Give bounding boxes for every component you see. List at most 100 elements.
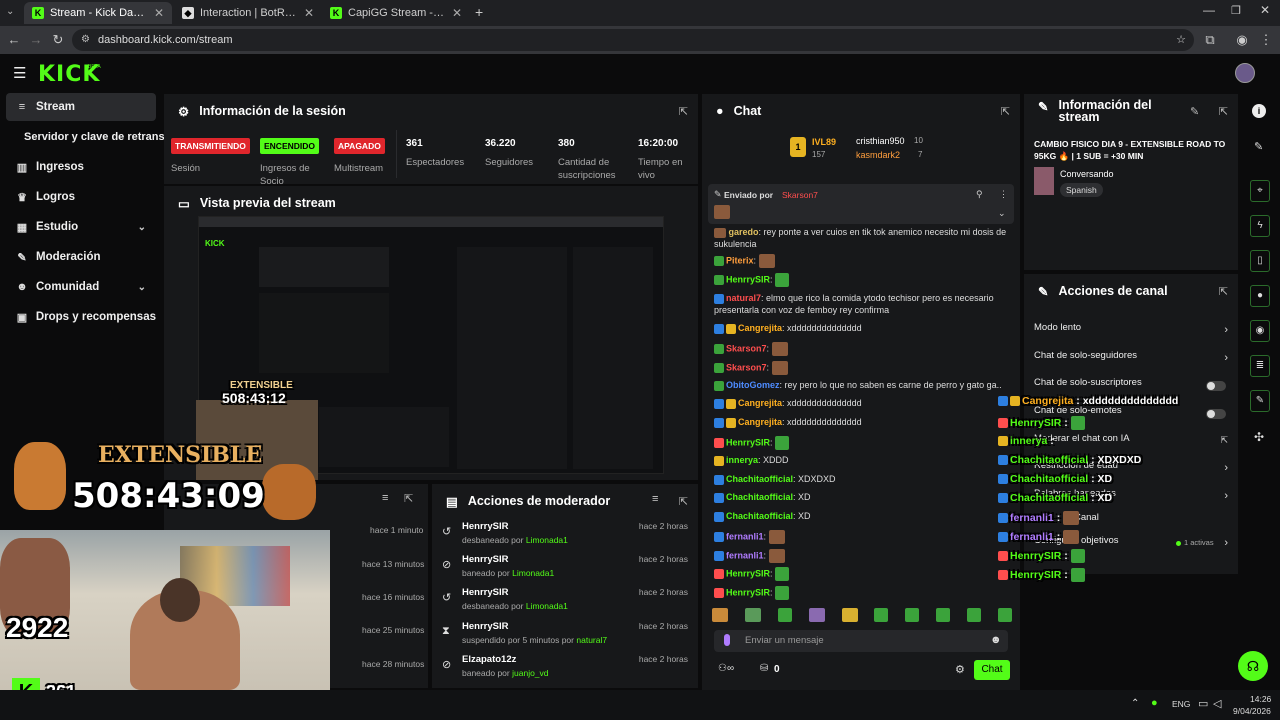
emote-icon[interactable] xyxy=(744,608,761,622)
info-icon[interactable]: i xyxy=(1252,104,1266,118)
chat-username[interactable]: Cangrejita xyxy=(738,398,782,408)
emote-icon[interactable] xyxy=(841,608,858,622)
close-window-icon[interactable]: ✕ xyxy=(1260,3,1270,17)
chat-username[interactable]: Chachitaofficial xyxy=(726,474,793,484)
close-tab-icon[interactable]: ✕ xyxy=(154,6,164,20)
chat-username[interactable]: innerya xyxy=(726,455,758,465)
edit-pencil-icon[interactable]: ✎ xyxy=(1190,105,1199,118)
action-slow-mode[interactable]: Modo lento › xyxy=(1034,322,1230,342)
sidebar-item-drops[interactable]: ▣ Drops y recompensas xyxy=(6,303,156,331)
input-language[interactable]: ENG xyxy=(1172,699,1190,709)
mod-action-row[interactable]: ⊘ Elzapato12z baneado por juanjo_vd hace… xyxy=(440,650,690,682)
clock-date[interactable]: 9/04/2026 xyxy=(1233,706,1271,716)
chat-message[interactable]: Cangrejita: xdddddddddddddd xyxy=(714,417,1014,428)
popout-icon[interactable]: ⇱ xyxy=(404,492,413,505)
chevron-down-icon[interactable]: ⌄ xyxy=(998,208,1006,219)
chat-message[interactable]: innerya: XDDD xyxy=(714,455,1014,466)
chat-message[interactable]: garedo: rey ponte a ver cuios en tik tok… xyxy=(714,226,1016,250)
emote-icon[interactable] xyxy=(777,608,792,622)
sidebar-item-comunidad[interactable]: ☻ Comunidad ⌄ xyxy=(6,273,156,301)
tab-search-icon[interactable]: ⌄ xyxy=(6,6,14,17)
chat-username[interactable]: HenrrySIR xyxy=(726,437,770,447)
users-infinite-icon[interactable]: ⚇∞ xyxy=(718,663,734,674)
mod-by[interactable]: Limonada1 xyxy=(526,601,568,611)
rail-wrench-icon[interactable]: ✎ xyxy=(1250,390,1270,412)
chat-username[interactable]: Cangrejita xyxy=(738,417,782,427)
mod-by[interactable]: Limonada1 xyxy=(512,568,554,578)
sidebar-item-moderacion[interactable]: ✎ Moderación xyxy=(6,243,156,271)
tray-chevron-up-icon[interactable]: ⌃ xyxy=(1131,698,1139,709)
minimize-icon[interactable]: — xyxy=(1203,3,1215,17)
emote-icon[interactable] xyxy=(936,608,951,622)
emote-icon[interactable] xyxy=(874,608,889,622)
mod-action-row[interactable]: ⊘ HenrrySIR baneado por Limonada1 hace 2… xyxy=(440,550,690,582)
bookmark-star-icon[interactable]: ☆ xyxy=(1176,29,1186,51)
rail-chat-icon[interactable]: ● xyxy=(1250,285,1270,307)
pinned-user[interactable]: Skarson7 xyxy=(782,190,818,200)
chat-username[interactable]: Piterix xyxy=(726,255,754,265)
site-info-icon[interactable]: ⚙ xyxy=(81,29,90,51)
reload-icon[interactable]: ↻ xyxy=(48,30,68,50)
chat-username[interactable]: HenrrySIR xyxy=(726,274,770,284)
settings-gear-icon[interactable]: ⚙ xyxy=(955,663,965,676)
popout-icon[interactable]: ⇱ xyxy=(1219,285,1228,298)
chat-message[interactable]: HenrrySIR: xyxy=(714,436,1014,450)
chat-input[interactable]: Enviar un mensaje ☻ xyxy=(714,630,1008,652)
chat-username[interactable]: fernanli1 xyxy=(726,531,764,541)
add-widget-icon[interactable]: ✣ xyxy=(1254,430,1264,444)
extensions-icon[interactable]: ⧉ xyxy=(1200,30,1220,50)
emote-icon[interactable] xyxy=(905,608,920,622)
chat-message[interactable]: Skarson7: xyxy=(714,361,1014,375)
chat-message[interactable]: Cangrejita: xdddddddddddddd xyxy=(714,398,1014,409)
rail-broadcast-icon[interactable]: ◉ xyxy=(1250,320,1270,342)
chat-message[interactable]: HenrrySIR: xyxy=(714,567,1014,581)
sidebar-item-estudio[interactable]: ▦ Estudio ⌄ xyxy=(6,213,156,241)
network-icon[interactable]: ▭ xyxy=(1198,697,1208,710)
popout-icon[interactable]: ⇱ xyxy=(1001,105,1010,118)
chat-message[interactable]: Piterix: xyxy=(714,254,1014,268)
close-tab-icon[interactable]: ✕ xyxy=(304,6,314,20)
chat-username[interactable]: ObitoGomez xyxy=(726,380,780,390)
pinned-message[interactable]: ✎ Enviado por Skarson7 ⚲ ⋮ ⌄ xyxy=(708,184,1014,224)
leader-name[interactable]: kasmdark2 xyxy=(856,150,900,160)
send-chat-button[interactable]: Chat xyxy=(974,660,1010,680)
chat-username[interactable]: Cangrejita xyxy=(738,323,782,333)
mod-by[interactable]: Limonada1 xyxy=(526,535,568,545)
chat-message[interactable]: HenrrySIR: xyxy=(714,586,1014,600)
chat-username[interactable]: Skarson7 xyxy=(726,343,767,353)
chat-username[interactable]: fernanli1 xyxy=(726,550,764,560)
category-name[interactable]: Conversando xyxy=(1060,169,1114,179)
close-tab-icon[interactable]: ✕ xyxy=(452,6,462,20)
back-icon[interactable]: ← xyxy=(4,30,24,50)
chat-message[interactable]: Chachitaofficial: XD xyxy=(714,511,1014,522)
emote-icon[interactable] xyxy=(997,608,1012,622)
chat-message[interactable]: ObitoGomez: rey pero lo que no saben es … xyxy=(714,380,1014,391)
sidebar-item-server-key[interactable]: Servidor y clave de retransmisión xyxy=(6,123,200,151)
chat-username[interactable]: natural7 xyxy=(726,293,761,303)
chat-message[interactable]: Cangrejita: xdddddddddddddd xyxy=(714,323,1014,334)
maximize-icon[interactable]: ❐ xyxy=(1231,4,1241,17)
leader-name[interactable]: IVL89 xyxy=(812,137,836,147)
popout-icon[interactable]: ⇱ xyxy=(1219,105,1228,118)
chat-username[interactable]: garedo xyxy=(729,227,759,237)
support-headset-icon[interactable]: ☊ xyxy=(1238,651,1268,681)
emote-icon[interactable] xyxy=(712,608,728,622)
chat-message[interactable]: natural7: elmo que rico la comida ytodo … xyxy=(714,292,1016,316)
chat-message[interactable]: Chachitaofficial: XDXDXD xyxy=(714,474,1014,485)
leader-name[interactable]: cristhian950 xyxy=(856,136,905,146)
popout-icon[interactable]: ⇱ xyxy=(679,495,688,508)
emote-icon[interactable] xyxy=(808,608,825,622)
chat-message[interactable]: Skarson7: xyxy=(714,342,1014,356)
action-subs-only[interactable]: Chat de solo-suscriptores xyxy=(1034,377,1230,397)
filter-icon[interactable]: ≡ xyxy=(382,492,388,504)
tab-botrix[interactable]: ◆ Interaction | BotRix — Cloud St ✕ xyxy=(174,2,322,24)
subs-only-toggle[interactable] xyxy=(1206,381,1226,391)
chat-username[interactable]: HenrrySIR xyxy=(726,568,770,578)
sidebar-item-ingresos[interactable]: ▥ Ingresos xyxy=(6,153,156,181)
chat-username[interactable]: HenrrySIR xyxy=(726,587,770,597)
tab-kick-dashboard[interactable]: K Stream - Kick Dashboard ✕ xyxy=(24,2,172,24)
profile-icon[interactable]: ◉ xyxy=(1232,30,1252,50)
popout-icon[interactable]: ⇱ xyxy=(679,105,688,118)
chat-message[interactable]: fernanli1: xyxy=(714,549,1014,563)
rail-phone-icon[interactable]: ▯ xyxy=(1250,250,1270,272)
